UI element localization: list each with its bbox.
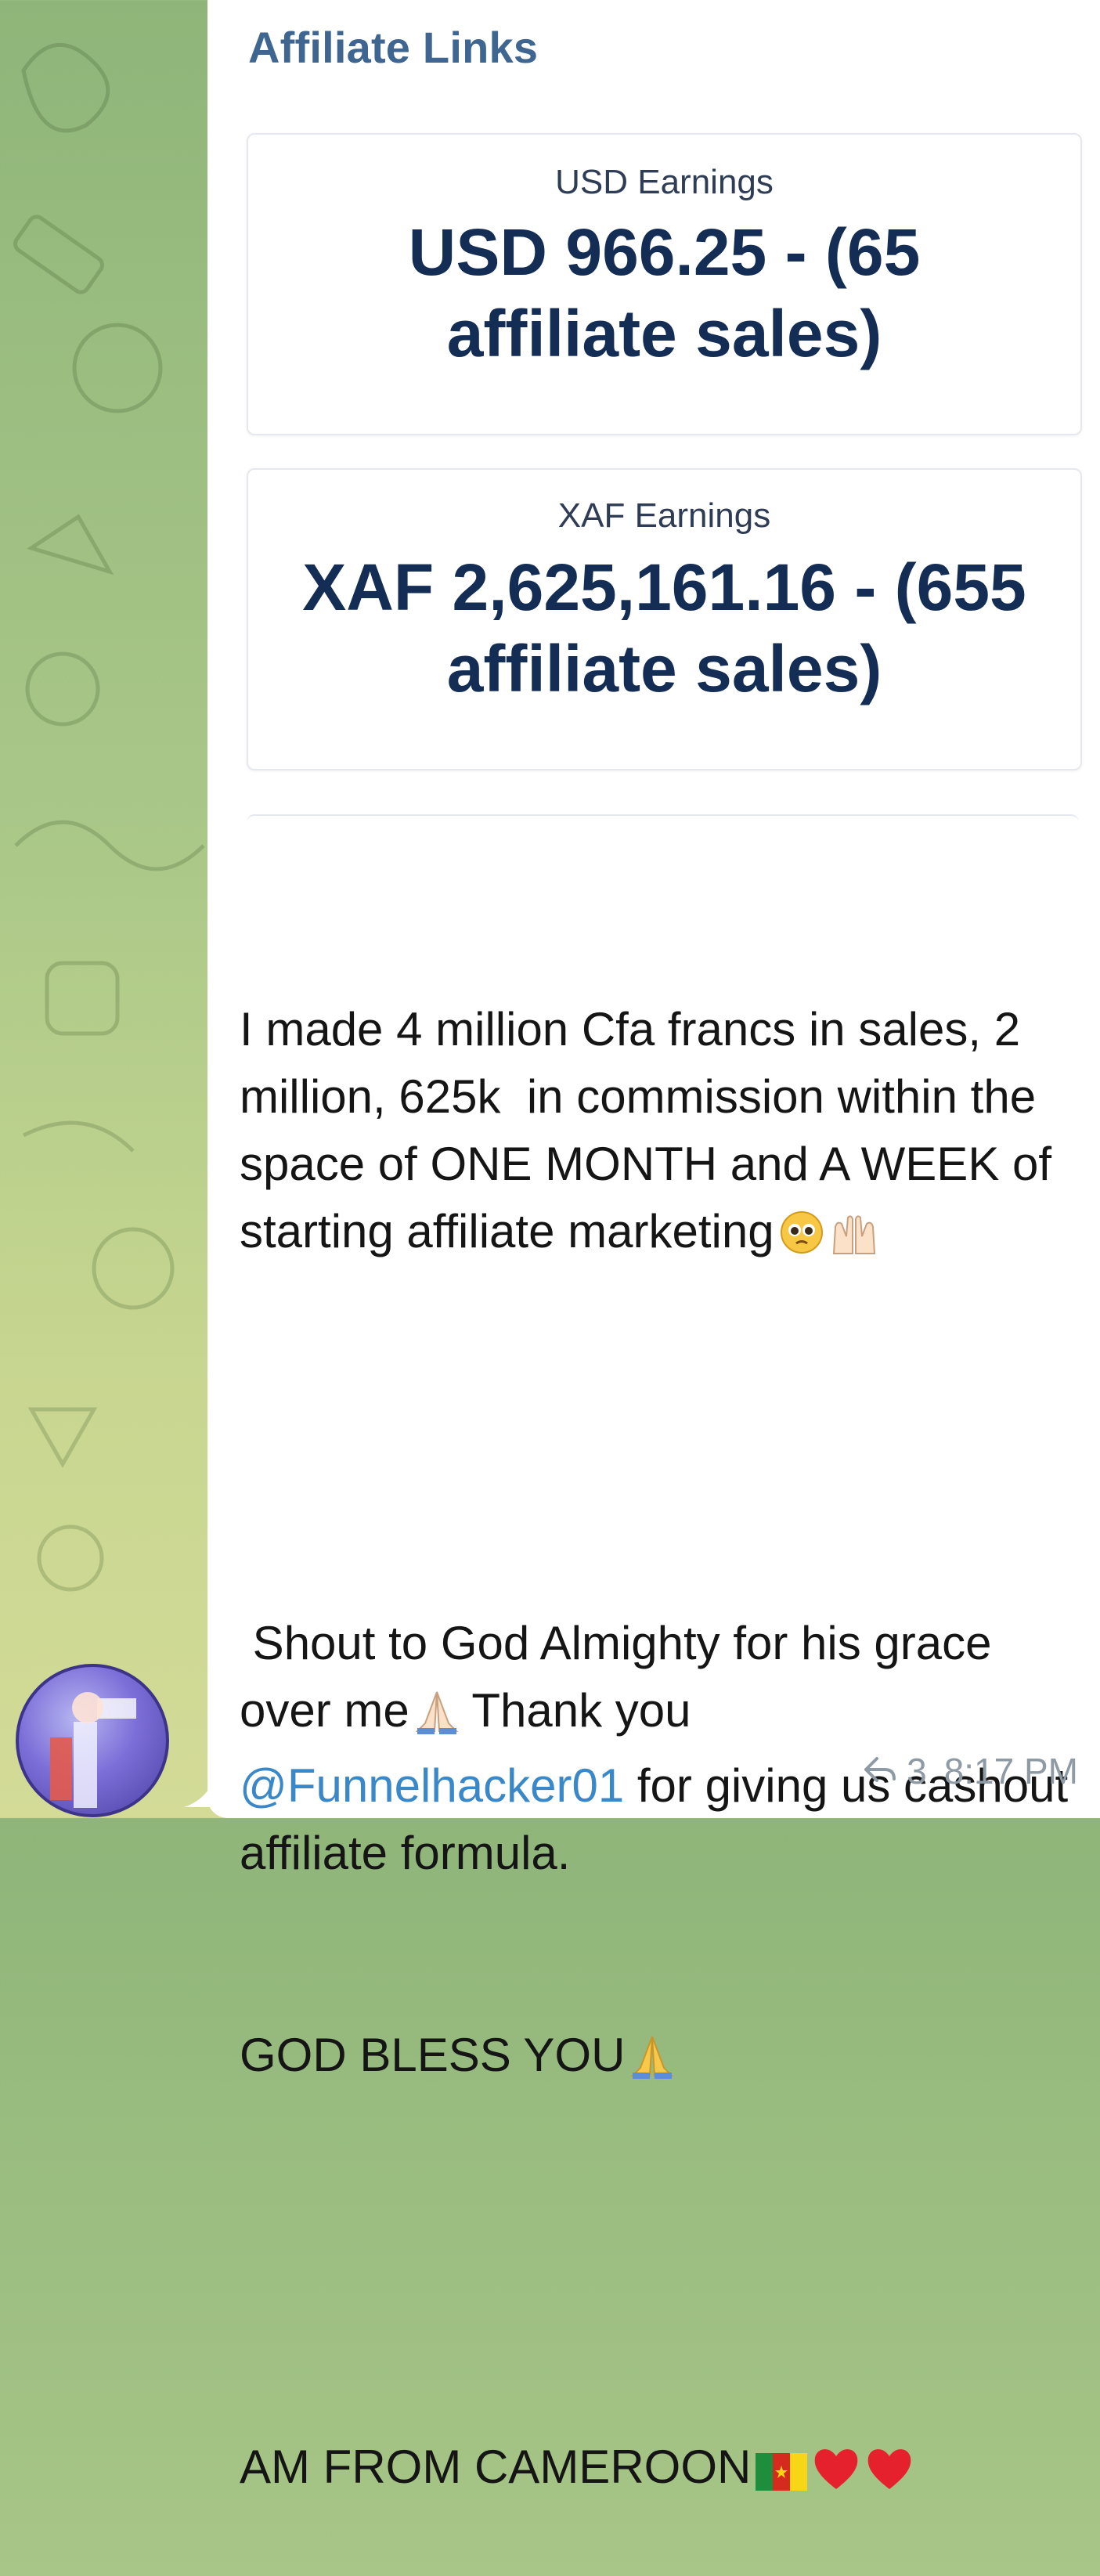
folded-hands-emoji (629, 2029, 675, 2097)
message-paragraph-2: Shout to God Almighty for his grace over… (240, 1610, 1069, 1887)
message-paragraph-4-text: AM FROM CAMEROON (240, 2441, 752, 2493)
raised-hands-emoji (829, 1206, 879, 1273)
xaf-earnings-label: XAF Earnings (557, 496, 771, 535)
next-card-edge (247, 814, 1079, 827)
message-paragraph-4: AM FROM CAMEROON (240, 2433, 1069, 2509)
mention-link[interactable]: @Funnelhacker01 (240, 1759, 624, 1812)
message-paragraph-1: I made 4 million Cfa francs in sales, 2 … (240, 996, 1069, 1273)
message-time: 8:17 PM (943, 1751, 1078, 1791)
message-text: I made 4 million Cfa francs in sales, 2 … (240, 861, 1069, 2576)
usd-earnings-value: USD 966.25 - (65 affiliate sales) (408, 215, 921, 370)
link-preview-title: Affiliate Links (248, 23, 539, 72)
xaf-earnings-card: XAF Earnings XAF 2,625,161.16 - (655 aff… (247, 468, 1082, 770)
message-paragraph-1-text: I made 4 million Cfa francs in sales, 2 … (240, 1003, 1065, 1257)
cameroon-flag-emoji (756, 2441, 808, 2509)
reply-count[interactable]: 3 (907, 1750, 927, 1792)
message-paragraph-3: GOD BLESS YOU (240, 2022, 1069, 2097)
folded-hands-emoji (414, 1685, 460, 1752)
sender-avatar[interactable] (16, 1664, 169, 1817)
usd-earnings-label: USD Earnings (555, 163, 774, 201)
red-heart-emoji (812, 2441, 860, 2509)
chat-wallpaper-doodles (13, 42, 205, 1592)
avatar-figure-icon (50, 1692, 136, 1808)
message-paragraph-3-text: GOD BLESS YOU (240, 2029, 626, 2081)
reply-arrow-icon[interactable] (863, 1750, 897, 1792)
pleading-face-emoji (779, 1206, 824, 1273)
red-heart-emoji (865, 2441, 914, 2509)
usd-earnings-card: USD Earnings USD 966.25 - (65 affiliate … (247, 133, 1082, 435)
xaf-earnings-value: XAF 2,625,161.16 - (655 affiliate sales) (302, 550, 1026, 705)
message-meta: 3 8:17 PM (863, 1750, 1078, 1792)
message-paragraph-2-text-b: Thank you (459, 1684, 691, 1737)
